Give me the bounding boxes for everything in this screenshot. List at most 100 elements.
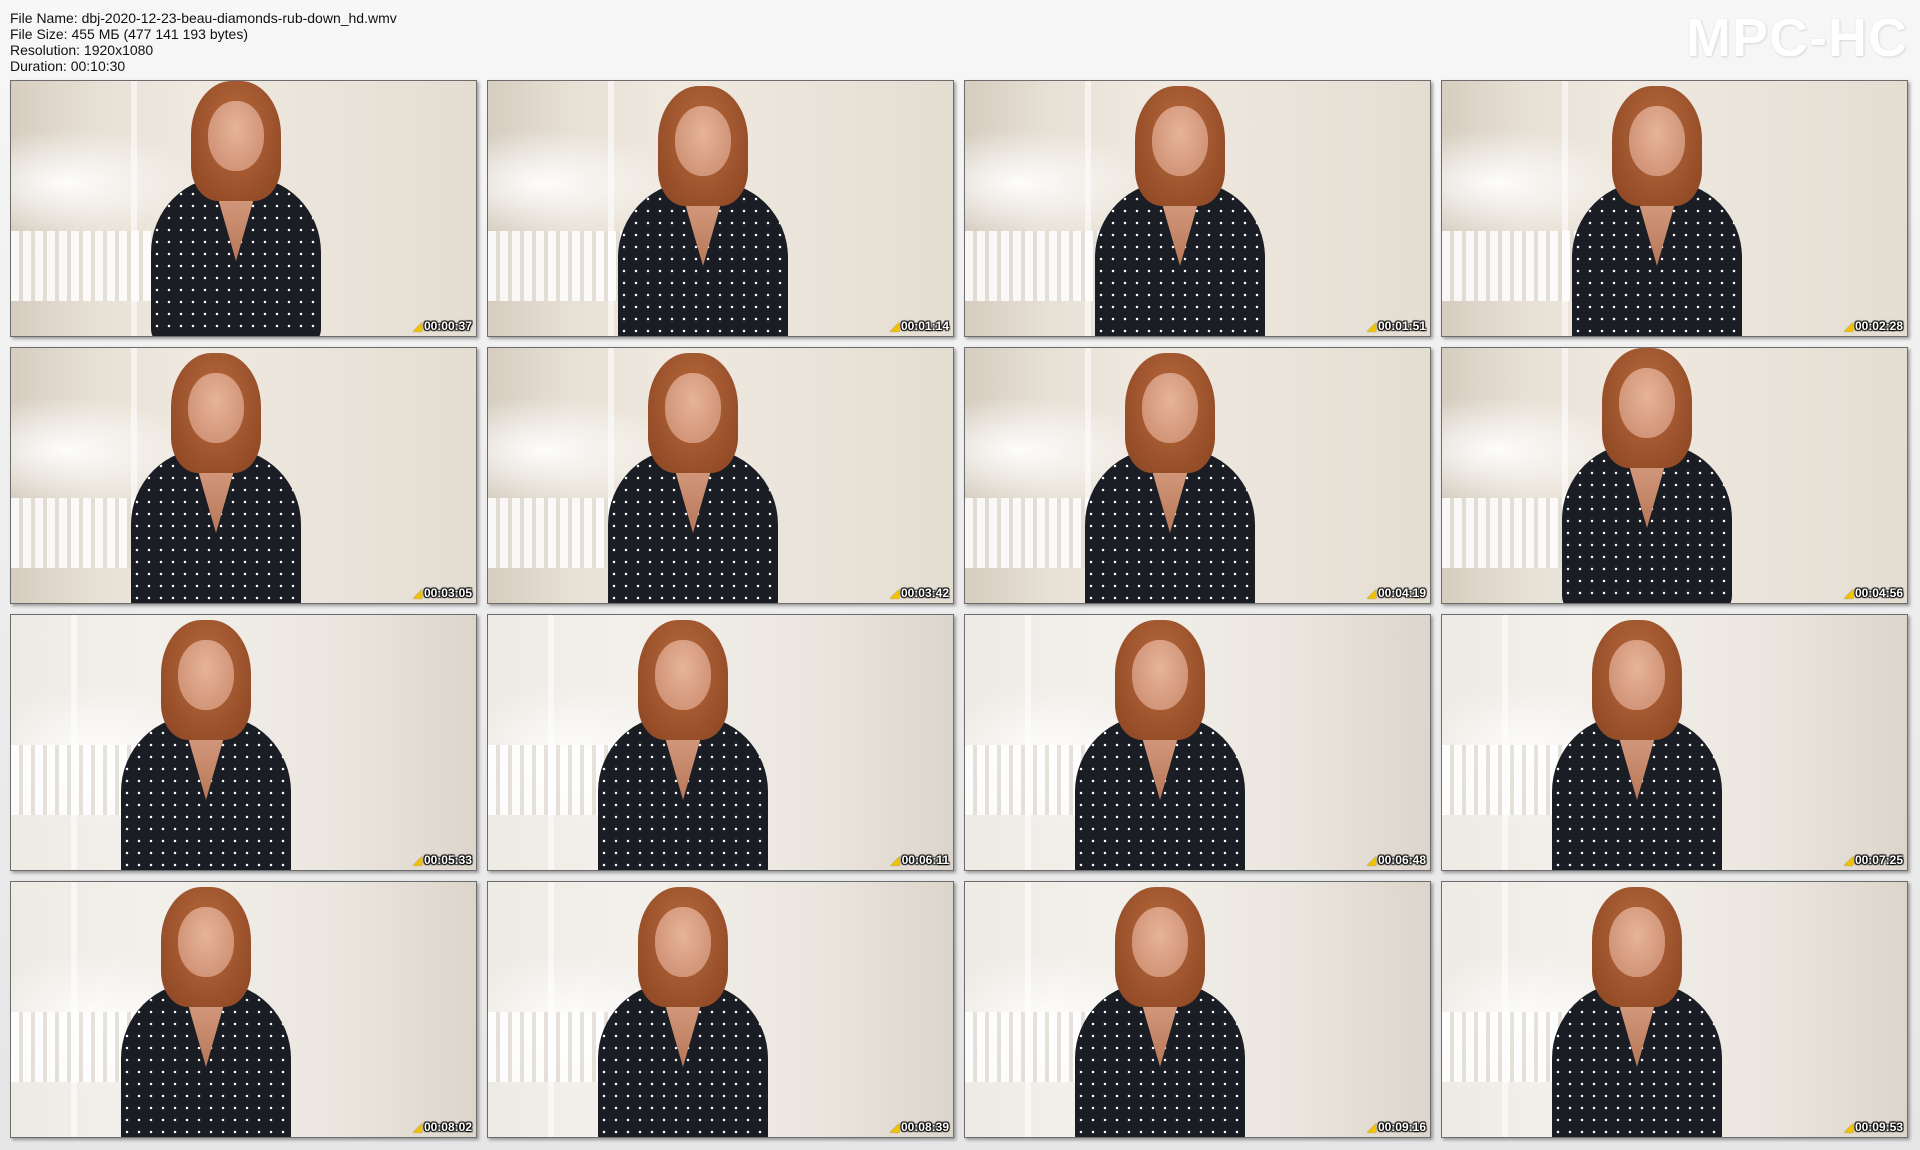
timestamp-icon: ◢ [413, 587, 422, 600]
video-thumbnail[interactable]: ◢ 00:01:14 [487, 80, 954, 337]
video-thumbnail[interactable]: ◢ 00:01:51 [964, 80, 1431, 337]
thumbnail-timestamp: ◢ 00:03:05 [413, 586, 472, 600]
video-thumbnail[interactable]: ◢ 00:06:48 [964, 614, 1431, 871]
video-thumbnail[interactable]: ◢ 00:03:42 [487, 347, 954, 604]
person-face [1132, 907, 1188, 977]
person-face [665, 373, 721, 443]
timestamp-text: 00:02:28 [1854, 319, 1903, 333]
stair-rail [965, 231, 1105, 301]
timestamp-text: 00:03:05 [423, 586, 472, 600]
timestamp-text: 00:03:42 [900, 586, 949, 600]
timestamp-icon: ◢ [1367, 854, 1376, 867]
timestamp-icon: ◢ [1844, 854, 1853, 867]
video-thumbnail[interactable]: ◢ 00:03:05 [10, 347, 477, 604]
timestamp-text: 00:00:37 [423, 319, 472, 333]
timestamp-text: 00:01:14 [900, 319, 949, 333]
video-thumbnail[interactable]: ◢ 00:08:39 [487, 881, 954, 1138]
file-name-text: File Name: dbj-2020-12-23-beau-diamonds-… [10, 10, 397, 26]
timestamp-text: 00:08:02 [423, 1120, 472, 1134]
timestamp-text: 00:09:16 [1377, 1120, 1426, 1134]
timestamp-text: 00:01:51 [1377, 319, 1426, 333]
timestamp-text: 00:06:48 [1377, 853, 1426, 867]
timestamp-icon: ◢ [1367, 320, 1376, 333]
thumbnail-timestamp: ◢ 00:04:56 [1844, 586, 1903, 600]
duration-text: Duration: 00:10:30 [10, 58, 126, 74]
person-face [1609, 640, 1665, 710]
timestamp-icon: ◢ [890, 320, 899, 333]
scene-wall-detail [1502, 882, 1508, 1137]
person-face [188, 373, 244, 443]
video-thumbnail[interactable]: ◢ 00:06:11 [487, 614, 954, 871]
thumbnail-timestamp: ◢ 00:01:51 [1367, 319, 1426, 333]
person-face [178, 907, 234, 977]
thumbnail-timestamp: ◢ 00:09:16 [1367, 1120, 1426, 1134]
person-face [1609, 907, 1665, 977]
thumbnail-timestamp: ◢ 00:06:11 [891, 853, 949, 867]
person-face [675, 106, 731, 176]
timestamp-text: 00:09:53 [1854, 1120, 1903, 1134]
person-face [1132, 640, 1188, 710]
video-thumbnail[interactable]: ◢ 00:07:25 [1441, 614, 1908, 871]
thumbnail-timestamp: ◢ 00:08:02 [413, 1120, 472, 1134]
thumbnail-timestamp: ◢ 00:04:19 [1367, 586, 1426, 600]
timestamp-text: 00:06:11 [901, 853, 949, 867]
thumbnail-timestamp: ◢ 00:08:39 [890, 1120, 949, 1134]
stair-rail [488, 231, 628, 301]
stair-rail [11, 498, 151, 568]
video-thumbnail[interactable]: ◢ 00:05:33 [10, 614, 477, 871]
scene-wall-detail [71, 615, 77, 870]
stair-rail [1442, 231, 1582, 301]
scene-wall-detail [1025, 615, 1031, 870]
timestamp-icon: ◢ [1367, 1121, 1376, 1134]
timestamp-text: 00:07:25 [1854, 853, 1903, 867]
timestamp-icon: ◢ [1844, 587, 1853, 600]
video-thumbnail[interactable]: ◢ 00:09:53 [1441, 881, 1908, 1138]
file-info-panel: File Name: dbj-2020-12-23-beau-diamonds-… [10, 10, 397, 74]
stair-rail [965, 498, 1105, 568]
thumbnail-timestamp: ◢ 00:05:33 [413, 853, 472, 867]
thumbnail-timestamp: ◢ 00:03:42 [890, 586, 949, 600]
person-face [655, 640, 711, 710]
person-face [178, 640, 234, 710]
resolution-text: Resolution: 1920x1080 [10, 42, 154, 58]
person-face [655, 907, 711, 977]
thumbnail-timestamp: ◢ 00:06:48 [1367, 853, 1426, 867]
scene-wall-detail [1502, 615, 1508, 870]
file-size-text: File Size: 455 МБ (477 141 193 bytes) [10, 26, 248, 42]
timestamp-text: 00:04:19 [1377, 586, 1426, 600]
timestamp-icon: ◢ [890, 1121, 899, 1134]
stair-rail [488, 498, 628, 568]
video-thumbnail[interactable]: ◢ 00:09:16 [964, 881, 1431, 1138]
thumbnail-timestamp: ◢ 00:00:37 [413, 319, 472, 333]
brand-logo: MPC-HC [1686, 8, 1908, 68]
video-thumbnail[interactable]: ◢ 00:08:02 [10, 881, 477, 1138]
thumbnail-timestamp: ◢ 00:01:14 [890, 319, 949, 333]
video-thumbnail[interactable]: ◢ 00:04:19 [964, 347, 1431, 604]
video-thumbnail[interactable]: ◢ 00:02:28 [1441, 80, 1908, 337]
timestamp-icon: ◢ [890, 587, 899, 600]
person-face [1629, 106, 1685, 176]
thumbnail-timestamp: ◢ 00:02:28 [1844, 319, 1903, 333]
scene-wall-detail [548, 615, 554, 870]
stair-rail [11, 231, 151, 301]
person-face [1619, 368, 1675, 438]
timestamp-icon: ◢ [413, 1121, 422, 1134]
timestamp-text: 00:04:56 [1854, 586, 1903, 600]
person-face [208, 101, 264, 171]
person-face [1152, 106, 1208, 176]
scene-wall-detail [71, 882, 77, 1137]
stair-rail [1442, 498, 1582, 568]
timestamp-text: 00:08:39 [900, 1120, 949, 1134]
scene-wall-detail [1025, 882, 1031, 1137]
thumbnail-grid: ◢ 00:00:37 ◢ 00:01:14 ◢ 00:01:51 ◢ 00:02:28 ◢ 00:… [10, 80, 1910, 1140]
timestamp-text: 00:05:33 [423, 853, 472, 867]
timestamp-icon: ◢ [1844, 320, 1853, 333]
timestamp-icon: ◢ [891, 854, 900, 867]
thumbnail-timestamp: ◢ 00:09:53 [1844, 1120, 1903, 1134]
video-thumbnail[interactable]: ◢ 00:00:37 [10, 80, 477, 337]
timestamp-icon: ◢ [413, 854, 422, 867]
video-thumbnail[interactable]: ◢ 00:04:56 [1441, 347, 1908, 604]
thumbnail-timestamp: ◢ 00:07:25 [1844, 853, 1903, 867]
timestamp-icon: ◢ [413, 320, 422, 333]
scene-wall-detail [548, 882, 554, 1137]
